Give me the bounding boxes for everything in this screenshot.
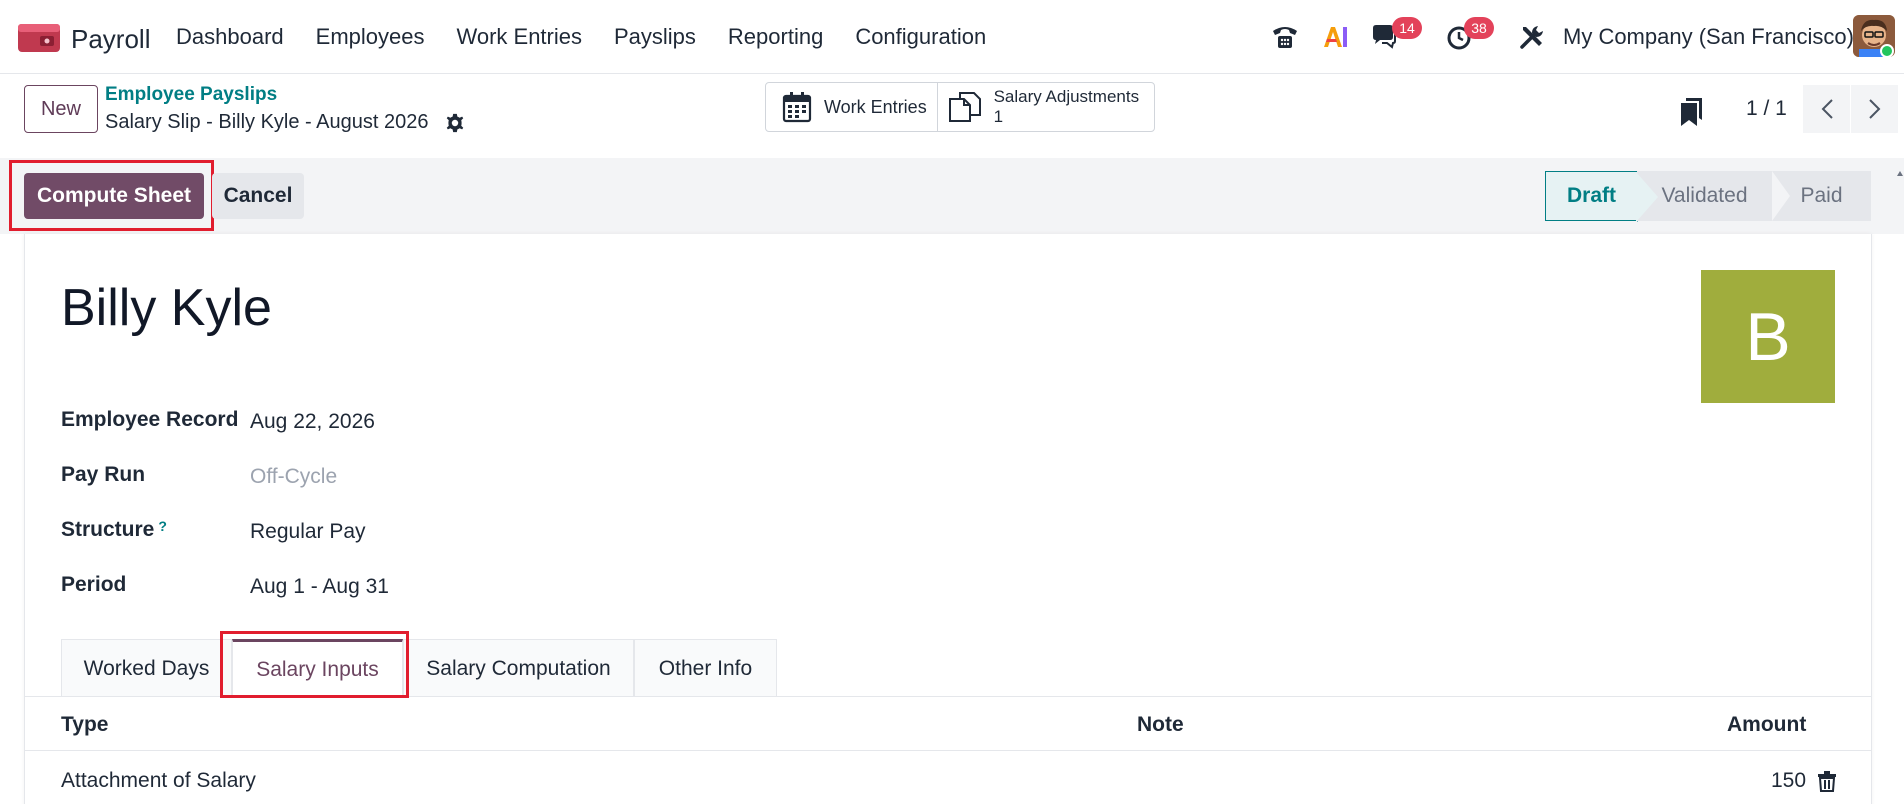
chevron-right-icon	[1868, 99, 1880, 119]
pay-run-field[interactable]: Off-Cycle	[250, 465, 337, 489]
stage-paid[interactable]: Paid	[1772, 171, 1871, 221]
salary-adjustments-count: 1	[993, 107, 1004, 126]
status-stages: Draft Validated Paid	[1545, 171, 1871, 222]
menu-item-configuration[interactable]: Configuration	[855, 24, 986, 50]
salary-inputs-highlight	[220, 631, 409, 698]
cancel-button[interactable]: Cancel	[212, 173, 304, 219]
online-status-dot	[1880, 44, 1894, 58]
structure-help-icon[interactable]: ?	[158, 518, 167, 534]
breadcrumb-current: Salary Slip - Billy Kyle - August 2026	[105, 111, 429, 133]
menu-item-dashboard[interactable]: Dashboard	[176, 24, 284, 50]
company-switcher[interactable]: My Company (San Francisco)	[1563, 24, 1854, 50]
salary-adjustments-smart-button[interactable]: Salary Adjustments 1	[938, 83, 1154, 131]
column-header-amount[interactable]: Amount	[1727, 713, 1806, 737]
new-button[interactable]: New	[24, 85, 98, 133]
menu-item-employees[interactable]: Employees	[316, 24, 425, 50]
phone-icon[interactable]	[1270, 22, 1300, 52]
smart-buttons: Work Entries Salary Adjustments 1	[765, 82, 1155, 132]
documents-icon	[948, 92, 981, 122]
breadcrumb-parent-link[interactable]: Employee Payslips	[105, 84, 277, 106]
stage-paid-label: Paid	[1800, 184, 1843, 207]
employee-record-label: Employee Record	[61, 408, 239, 431]
gear-icon[interactable]	[444, 112, 466, 134]
menu-item-work-entries[interactable]: Work Entries	[456, 24, 582, 50]
employee-name[interactable]: Billy Kyle	[61, 278, 272, 338]
main-menu: Dashboard Employees Work Entries Payslip…	[176, 24, 1018, 50]
employee-avatar[interactable]: B	[1701, 270, 1835, 403]
stage-draft-label: Draft	[1566, 184, 1616, 207]
tools-icon[interactable]	[1517, 22, 1547, 52]
salary-adjustments-label: Salary Adjustments	[993, 87, 1140, 106]
tab-worked-days[interactable]: Worked Days	[61, 639, 232, 697]
payroll-app-icon[interactable]	[18, 24, 60, 52]
notebook-tabs: Worked Days Salary Inputs Salary Computa…	[61, 639, 777, 697]
stage-arrow-fill	[1636, 172, 1658, 222]
period-field[interactable]: Aug 1 - Aug 31	[250, 575, 389, 599]
menu-item-payslips[interactable]: Payslips	[614, 24, 696, 50]
top-navbar: Payroll Dashboard Employees Work Entries…	[0, 0, 1904, 74]
employee-record-value[interactable]: Aug 22, 2026	[250, 410, 375, 434]
row-type[interactable]: Attachment of Salary	[61, 769, 256, 793]
pager-buttons	[1802, 85, 1898, 133]
menu-item-reporting[interactable]: Reporting	[728, 24, 823, 50]
structure-label-text: Structure	[61, 518, 155, 541]
trash-icon[interactable]	[1817, 770, 1837, 792]
bookmark-icon[interactable]	[1680, 98, 1702, 126]
pager-value[interactable]: 1 / 1	[1746, 97, 1787, 121]
tab-other-info[interactable]: Other Info	[634, 639, 777, 697]
chevron-left-icon	[1821, 99, 1833, 119]
work-entries-smart-button[interactable]: Work Entries	[766, 83, 938, 131]
messages-badge: 14	[1392, 17, 1422, 39]
app-name[interactable]: Payroll	[71, 24, 150, 55]
form-sheet	[24, 234, 1872, 804]
compute-sheet-highlight	[9, 160, 214, 231]
column-header-note[interactable]: Note	[1137, 713, 1184, 737]
work-entries-label: Work Entries	[824, 96, 927, 117]
pay-run-label: Pay Run	[61, 463, 146, 486]
scrollbar-arrow[interactable]	[1896, 170, 1904, 178]
table-header-divider	[25, 750, 1871, 751]
pager-next-button[interactable]	[1850, 85, 1898, 133]
stage-separator	[1772, 171, 1790, 221]
row-amount[interactable]: 150	[1771, 769, 1806, 793]
activities-badge: 38	[1464, 17, 1494, 39]
pager-previous-button[interactable]	[1802, 85, 1850, 133]
column-header-type[interactable]: Type	[61, 713, 108, 737]
ai-icon[interactable]	[1320, 22, 1350, 52]
stage-validated-label: Validated	[1661, 184, 1748, 207]
stage-draft[interactable]: Draft	[1545, 171, 1660, 222]
period-label: Period	[61, 573, 127, 596]
tab-salary-computation[interactable]: Salary Computation	[403, 639, 634, 697]
structure-field[interactable]: Regular Pay	[250, 520, 366, 544]
structure-label: Structure?	[61, 518, 167, 542]
calendar-icon	[782, 92, 812, 123]
